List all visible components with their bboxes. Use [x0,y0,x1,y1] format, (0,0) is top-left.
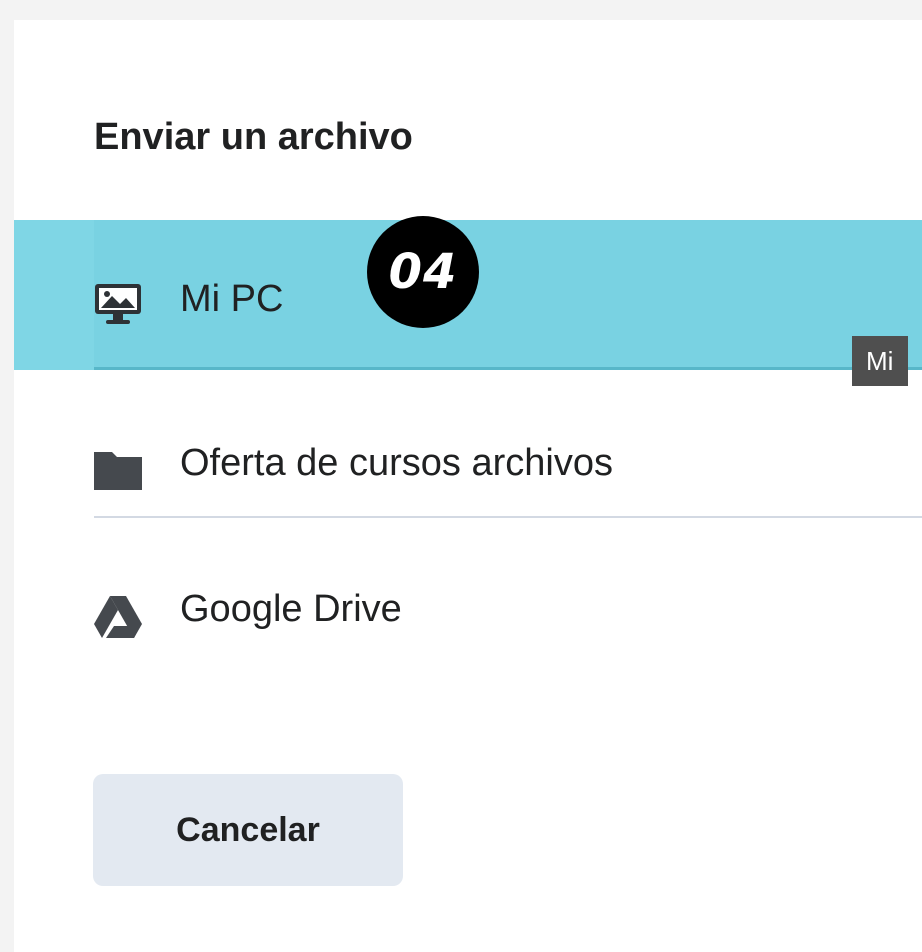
folder-icon [94,452,142,490]
option-label: Google Drive [180,588,402,630]
google-drive-icon [94,596,142,638]
tooltip: Mi [852,336,908,386]
option-google-drive[interactable]: Google Drive [14,516,922,664]
cancel-button[interactable]: Cancelar [93,774,403,886]
highlight-band [14,220,94,370]
upload-dialog: Enviar un archivo Mi PC Oferta de cursos… [14,20,922,952]
monitor-icon [95,284,141,324]
step-badge: 04 [367,216,479,328]
dialog-title: Enviar un archivo [94,116,413,158]
option-label: Oferta de cursos archivos [180,442,613,484]
option-label: Mi PC [180,278,284,320]
option-course-files[interactable]: Oferta de cursos archivos [14,370,922,518]
